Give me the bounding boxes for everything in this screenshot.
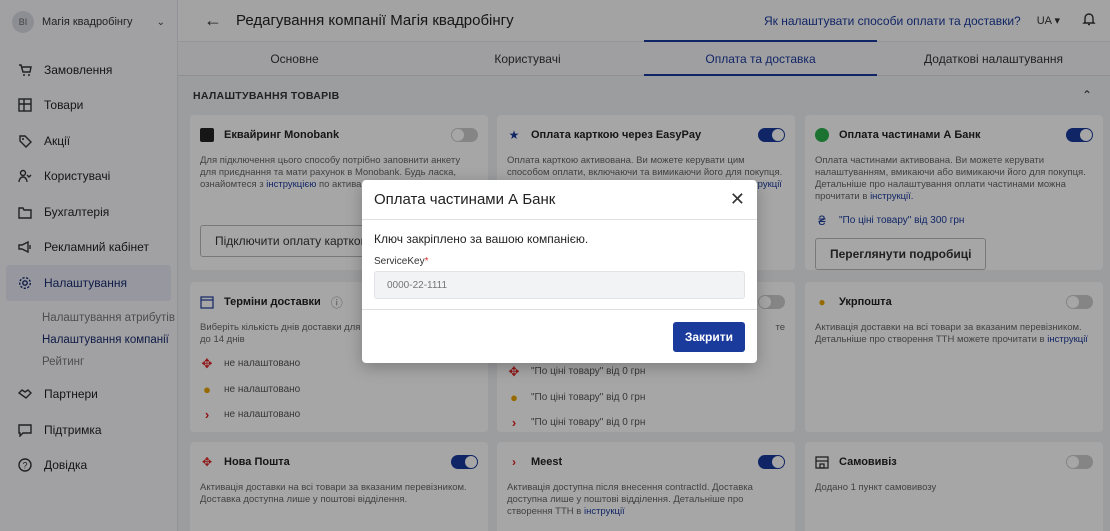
service-key-modal: Оплата частинами А Банк ✕ Ключ закріплен… <box>362 180 757 363</box>
required-mark: * <box>424 256 429 267</box>
close-button[interactable]: Закрити <box>672 322 745 352</box>
modal-title: Оплата частинами А Банк <box>374 191 556 208</box>
service-key-input[interactable] <box>374 271 745 299</box>
modal-message: Ключ закріплено за вашою компанією. <box>374 232 589 246</box>
field-label: ServiceKey* <box>374 256 745 267</box>
close-icon[interactable]: ✕ <box>730 189 745 210</box>
field-label-text: ServiceKey <box>374 256 425 267</box>
